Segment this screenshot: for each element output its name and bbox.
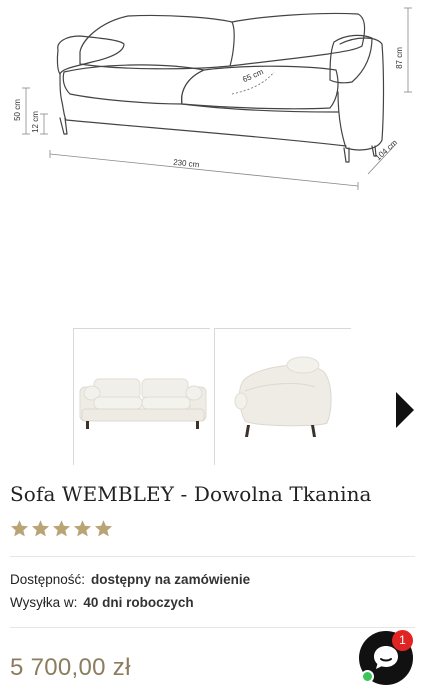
- product-title: Sofa WEMBLEY - Dowolna Tkanina: [10, 482, 372, 506]
- availability-value: dostępny na zamówienie: [91, 572, 251, 587]
- product-diagram-image: 50 cm 12 cm 230 cm 104 cm 87 cm 65 cm: [0, 0, 425, 318]
- star-icon: [10, 520, 29, 537]
- thumbnail-gallery: [0, 326, 425, 466]
- star-icon: [52, 520, 71, 537]
- online-status-dot: [361, 670, 374, 683]
- depth-label: 104 cm: [374, 138, 400, 162]
- rating-stars: [10, 519, 113, 538]
- availability-label: Dostępność:: [10, 572, 86, 587]
- product-price: 5 700,00 zł: [10, 654, 131, 681]
- chat-notification-badge: 1: [392, 630, 413, 651]
- seat-height-label: 50 cm: [13, 99, 22, 121]
- sofa-front-image: [74, 329, 211, 466]
- seat-depth-label: 65 cm: [241, 67, 265, 84]
- leg-height-label: 12 cm: [31, 111, 40, 133]
- next-arrow-icon[interactable]: [394, 390, 416, 430]
- star-icon: [73, 520, 92, 537]
- availability-row: Dostępność: dostępny na zamówienie: [10, 572, 250, 587]
- width-label: 230 cm: [173, 158, 200, 170]
- sofa-side-image: [215, 329, 352, 466]
- back-height-label: 87 cm: [395, 47, 404, 69]
- sofa-dimension-diagram: 50 cm 12 cm 230 cm 104 cm 87 cm 65 cm: [13, 7, 412, 190]
- shipping-value: 40 dni roboczych: [83, 595, 194, 610]
- thumbnail-side-view[interactable]: [214, 328, 352, 466]
- star-icon: [31, 520, 50, 537]
- thumbnail-front-view[interactable]: [73, 328, 211, 466]
- star-icon: [94, 520, 113, 537]
- shipping-label: Wysyłka w:: [10, 595, 78, 610]
- shipping-row: Wysyłka w: 40 dni roboczych: [10, 595, 194, 610]
- divider: [10, 556, 415, 557]
- divider: [10, 627, 415, 628]
